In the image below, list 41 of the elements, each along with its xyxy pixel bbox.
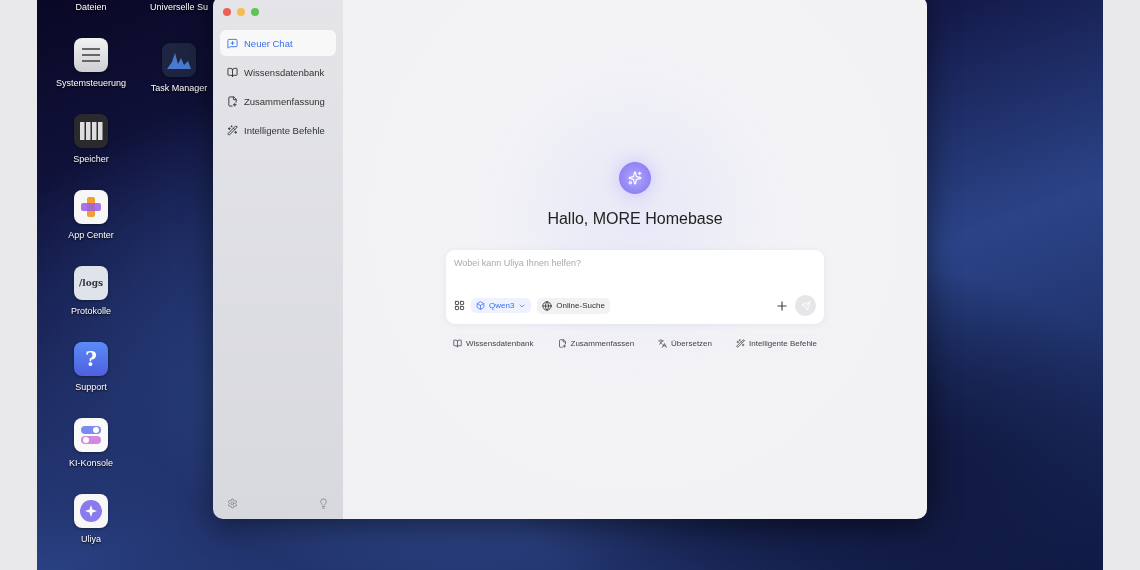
chart-app-icon[interactable] xyxy=(162,43,196,77)
add-icon[interactable] xyxy=(775,298,789,313)
book-icon xyxy=(452,339,462,348)
document-plus-icon xyxy=(557,339,567,348)
book-icon xyxy=(227,66,238,78)
puzzle-app-icon[interactable] xyxy=(74,190,108,224)
app-label: App Center xyxy=(68,230,114,240)
toggles-app-icon[interactable] xyxy=(74,418,108,452)
app-label: Support xyxy=(75,382,107,392)
app-label: Uliya xyxy=(81,534,101,544)
sidebar-item[interactable]: Zusammenfassung xyxy=(220,88,336,114)
app-label: Dateien xyxy=(75,2,107,12)
logs-app-icon[interactable]: /logs xyxy=(74,266,108,300)
app-label: KI-Konsole xyxy=(69,458,113,468)
sidebar-item[interactable]: Neuer Chat xyxy=(220,30,336,56)
sidebar-item[interactable]: Wissensdatenbank xyxy=(220,59,336,85)
sidebar-item[interactable]: Intelligente Befehle xyxy=(220,117,336,143)
online-search-toggle[interactable]: Online-Suche xyxy=(537,297,610,314)
sparkle-orb-app-icon[interactable] xyxy=(74,494,108,528)
greeting-heading: Hallo, MORE Homebase xyxy=(547,210,723,228)
app-label: Systemsteuerung xyxy=(55,78,126,88)
magic-wand-icon xyxy=(227,124,238,136)
app-label: Universelle Su xyxy=(150,2,208,12)
sliders-app-icon[interactable] xyxy=(74,38,108,72)
app-label: Task Manager xyxy=(150,83,208,93)
document-plus-icon xyxy=(227,95,238,107)
help-app-icon[interactable]: ? xyxy=(74,342,108,376)
globe-icon xyxy=(542,300,553,311)
app-label: Protokolle xyxy=(71,306,111,316)
apps-grid-icon[interactable] xyxy=(454,300,465,311)
app-label: Speicher xyxy=(73,154,109,164)
model-dropdown[interactable]: Qwen3 xyxy=(471,298,532,313)
cube-icon xyxy=(476,301,485,310)
chat-bubble-icon xyxy=(227,37,238,49)
magic-wand-icon xyxy=(736,339,745,348)
drive-bays-app-icon[interactable] xyxy=(74,114,108,148)
sparkle-orb-icon xyxy=(619,162,651,194)
prompt-box[interactable]: Wobei kann Uliya Ihnen helfen? Qwen3 Online-Suche xyxy=(446,250,824,324)
translate-icon xyxy=(658,339,668,348)
close-button[interactable] xyxy=(223,8,231,16)
prompt-input[interactable]: Wobei kann Uliya Ihnen helfen? xyxy=(454,258,816,268)
